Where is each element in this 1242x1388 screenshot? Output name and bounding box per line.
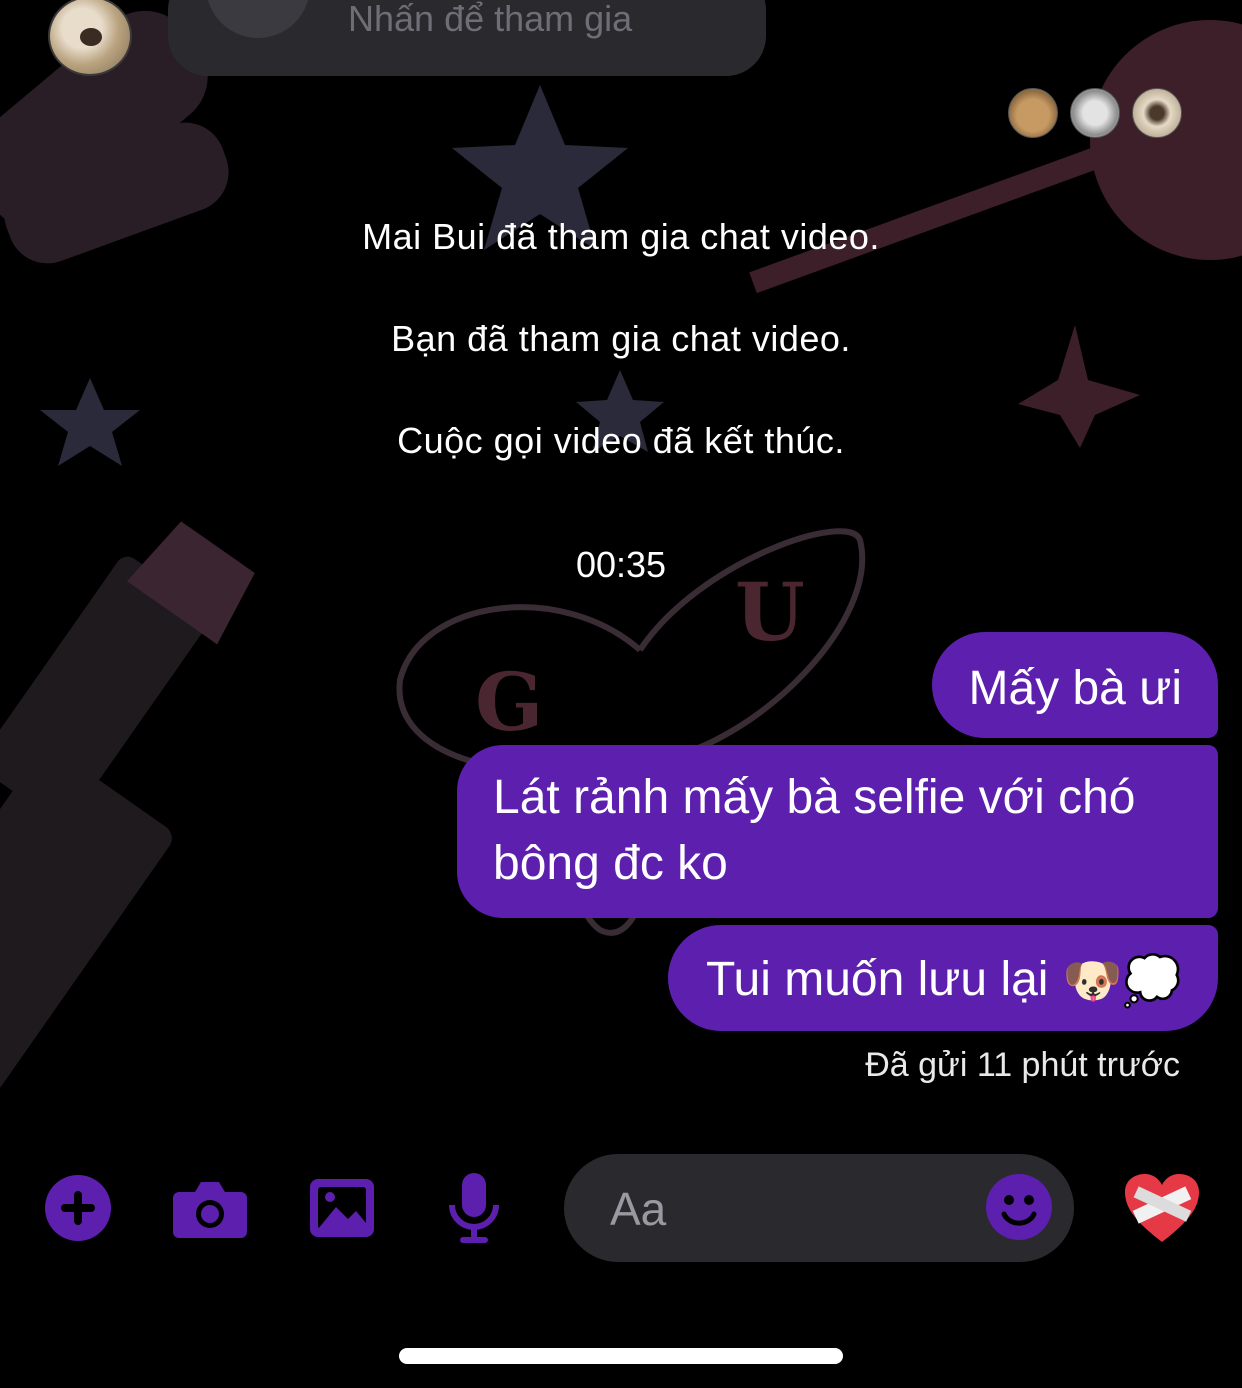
message-text: Mấy bà ưi (968, 662, 1182, 715)
join-call-label: Nhấn để tham gia (348, 0, 633, 39)
message-text: Lát rảnh mấy bà selfie với chó (493, 771, 1136, 824)
message-text: bông đc ko (493, 837, 728, 890)
home-indicator[interactable] (399, 1348, 843, 1364)
plus-icon[interactable] (40, 1170, 116, 1246)
system-message: Cuộc gọi video đã kết thúc. (397, 420, 845, 461)
system-message: Mai Bui đã tham gia chat video. (362, 216, 880, 257)
message-input-placeholder: Aa (610, 1183, 667, 1235)
call-duration: 00:35 (575, 544, 667, 585)
heart-icon[interactable] (1122, 1168, 1202, 1248)
message-text: Tui muốn lưu lại (705, 953, 1049, 1006)
dog-thought-emoji: 🐶💭 (1062, 955, 1182, 1009)
seen-avatar (1008, 88, 1058, 138)
camera-icon[interactable] (172, 1170, 248, 1246)
svg-text:G: G (475, 655, 543, 749)
emoji-icon[interactable] (986, 1174, 1052, 1240)
message-input[interactable]: Aa (564, 1154, 1074, 1262)
image-icon[interactable] (304, 1170, 380, 1246)
join-call-banner[interactable]: Nhấn để tham gia (168, 0, 766, 76)
microphone-icon[interactable] (436, 1170, 512, 1246)
message-bubble[interactable]: Mấy bà ưi (932, 632, 1218, 738)
sent-status: Đã gửi 11 phút trước (865, 1046, 1180, 1084)
seen-avatar (1132, 88, 1182, 138)
video-call-icon (206, 0, 310, 38)
seen-by-avatars (1008, 88, 1182, 138)
seen-avatar (1070, 88, 1120, 138)
system-message: Bạn đã tham gia chat video. (391, 318, 851, 359)
message-bubble[interactable]: Tui muốn lưu lại 🐶💭 (667, 925, 1218, 1031)
message-bubble[interactable]: Lát rảnh mấy bà selfie với chó bông đc k… (457, 745, 1218, 918)
